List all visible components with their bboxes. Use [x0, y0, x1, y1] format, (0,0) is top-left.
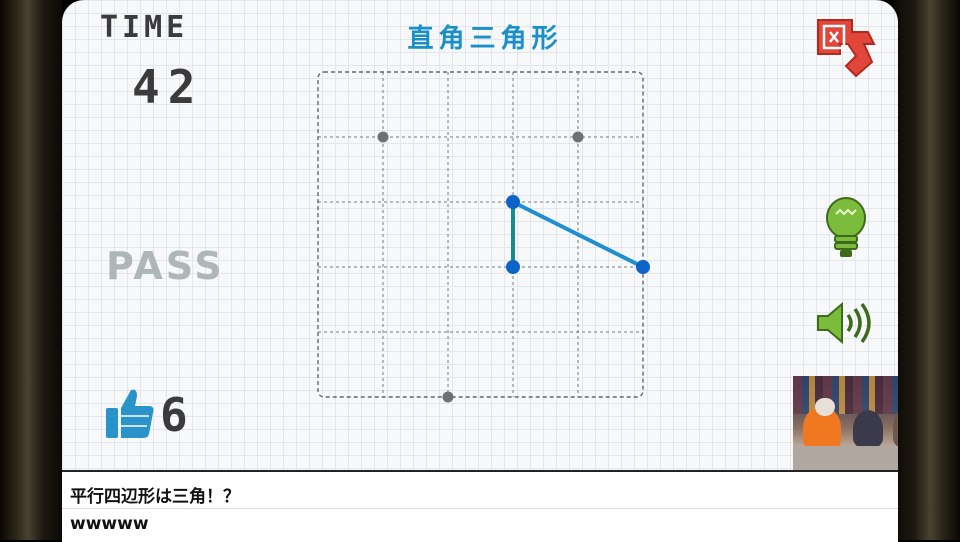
sound-icon[interactable]	[814, 300, 876, 346]
webcam-feed	[793, 376, 898, 470]
webcam-person	[815, 398, 835, 416]
board-dots[interactable]	[377, 131, 651, 403]
vertex-dot-selected[interactable]	[636, 260, 650, 274]
vertex-dot-selected[interactable]	[506, 195, 520, 209]
vertex-dot-selected[interactable]	[506, 260, 520, 274]
webcam-shelf	[793, 376, 898, 414]
board-border	[317, 71, 644, 398]
monitor-bezel-left	[0, 0, 62, 540]
vertex-dot[interactable]	[572, 131, 584, 143]
webcam-person	[853, 410, 883, 448]
game-screen: TIME 42 直角三角形 PASS 6	[62, 0, 898, 470]
likes-count: 6	[160, 388, 188, 442]
vertex-dot[interactable]	[377, 131, 389, 143]
chat-divider	[62, 508, 898, 509]
pass-button[interactable]: PASS	[106, 244, 225, 288]
thumbs-up-icon	[106, 389, 154, 438]
puzzle-title: 直角三角形	[407, 24, 563, 54]
time-label: TIME	[100, 10, 189, 45]
chat-message: wwwww	[70, 514, 149, 534]
time-value: 42	[132, 60, 204, 114]
puzzle-board[interactable]	[312, 66, 652, 406]
logo-icon	[817, 19, 876, 78]
board-grid	[318, 72, 643, 397]
webcam-desk	[793, 446, 898, 470]
monitor-bezel-right	[894, 0, 960, 540]
chat-message: 平行四辺形は三角！？	[70, 487, 240, 507]
vertex-dot[interactable]	[442, 391, 454, 403]
chat-panel: 平行四辺形は三角！？ wwwww	[62, 470, 898, 542]
hint-bulb-icon[interactable]	[824, 196, 868, 260]
